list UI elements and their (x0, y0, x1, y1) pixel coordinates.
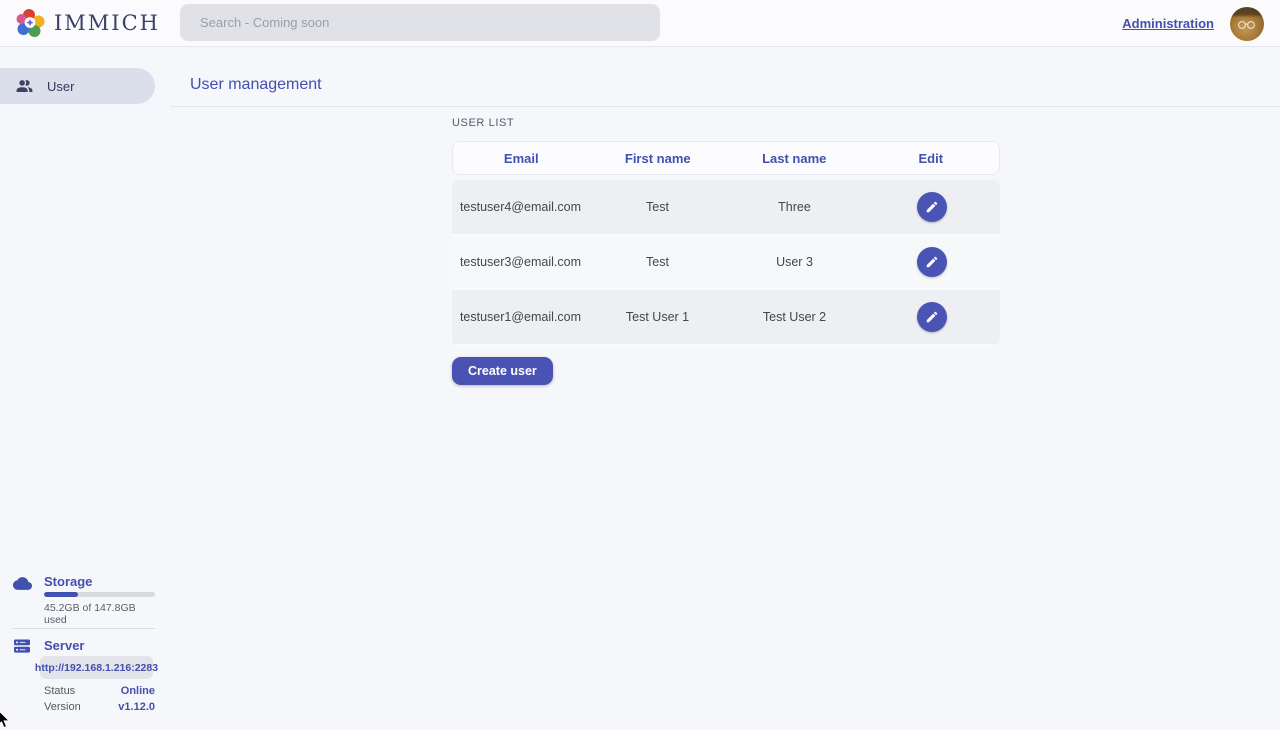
immich-logo-icon (16, 8, 46, 38)
status-value: Online (121, 685, 155, 697)
sidebar-item-user[interactable]: User (0, 68, 155, 104)
storage-title: Storage (44, 574, 92, 589)
users-icon (15, 77, 34, 96)
table-row: testuser4@email.com Test Three (452, 180, 1000, 235)
column-header-edit: Edit (863, 151, 1000, 166)
column-header-first-name: First name (590, 151, 727, 166)
cell-last-name: Test User 2 (726, 310, 863, 324)
pencil-icon (925, 310, 939, 324)
pencil-icon (925, 255, 939, 269)
topbar-right: Administration (1122, 0, 1264, 47)
cell-email: testuser3@email.com (452, 255, 589, 269)
server-title: Server (44, 638, 84, 653)
cell-last-name: Three (726, 200, 863, 214)
cell-first-name: Test User 1 (589, 310, 726, 324)
glasses-icon (1237, 20, 1257, 30)
brand-wordmark: IMMICH (54, 11, 160, 35)
page-title: User management (190, 76, 322, 94)
cloud-icon (13, 574, 32, 593)
user-table: testuser4@email.com Test Three testuser3… (452, 180, 1000, 345)
section-title: USER LIST (452, 117, 514, 129)
status-label: Status (44, 685, 75, 697)
storage-usage-text: 45.2GB of 147.8GB used (44, 602, 155, 626)
cell-first-name: Test (589, 200, 726, 214)
app-window: IMMICH Administration User Stor (0, 0, 1280, 730)
administration-link[interactable]: Administration (1122, 16, 1214, 31)
edit-user-button[interactable] (917, 302, 947, 332)
server-url-chip: http://192.168.1.216:2283 (40, 656, 153, 679)
storage-progress-fill (44, 592, 78, 597)
column-header-email: Email (453, 151, 590, 166)
title-divider (170, 106, 1280, 107)
cell-email: testuser1@email.com (452, 310, 589, 324)
brand: IMMICH (16, 8, 160, 38)
server-status-row: Status Online (44, 685, 155, 697)
cell-first-name: Test (589, 255, 726, 269)
cell-email: testuser4@email.com (452, 200, 589, 214)
server-icon (13, 637, 31, 655)
table-row: testuser3@email.com Test User 3 (452, 235, 1000, 290)
cell-last-name: User 3 (726, 255, 863, 269)
create-user-button[interactable]: Create user (452, 357, 553, 385)
table-header: Email First name Last name Edit (452, 141, 1000, 175)
sidebar-item-label: User (47, 79, 74, 94)
pencil-icon (925, 200, 939, 214)
column-header-last-name: Last name (726, 151, 863, 166)
version-value: v1.12.0 (118, 701, 155, 713)
topbar: IMMICH Administration (0, 0, 1280, 47)
edit-user-button[interactable] (917, 192, 947, 222)
server-version-row: Version v1.12.0 (44, 701, 155, 713)
table-row: testuser1@email.com Test User 1 Test Use… (452, 290, 1000, 345)
edit-user-button[interactable] (917, 247, 947, 277)
version-label: Version (44, 701, 81, 713)
avatar[interactable] (1230, 7, 1264, 41)
search-input[interactable] (180, 4, 660, 41)
sidebar-divider (12, 628, 155, 629)
sidebar: User Storage 45.2GB of 147.8GB used Serv… (0, 47, 155, 730)
storage-progress-bar (44, 592, 155, 597)
